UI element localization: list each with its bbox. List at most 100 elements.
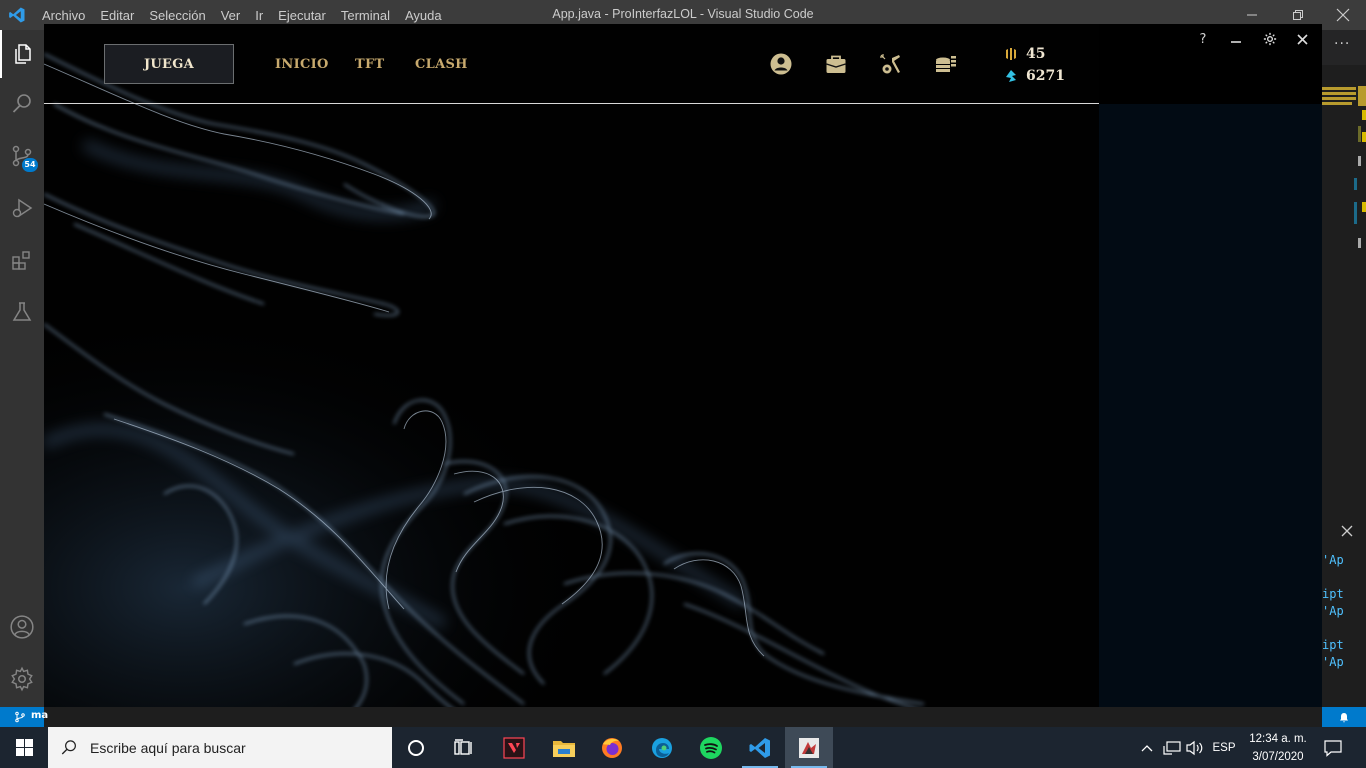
code-fragment: ipt (1322, 587, 1344, 601)
branch-status[interactable]: ma (0, 707, 48, 727)
windows-taskbar: Escribe aquí para buscar ESP 12:34 a. m.… (0, 727, 1366, 768)
app-settings-button[interactable] (1258, 28, 1282, 50)
close-icon (1336, 8, 1350, 22)
cortana-button[interactable] (392, 727, 440, 768)
code-fragment: 'Ap (1322, 655, 1344, 669)
network-button[interactable] (1160, 727, 1184, 768)
menu-terminal[interactable]: Terminal (341, 8, 390, 23)
testing-icon (12, 302, 32, 321)
riot-points-value: 6271 (1026, 68, 1065, 84)
close-window-button[interactable] (1320, 0, 1366, 30)
activity-source-control[interactable]: 54 (0, 132, 44, 180)
branch-name: ma (31, 710, 49, 721)
accounts-icon (10, 615, 34, 639)
game-client-window: JUEGA INICIO TFT CLASH 45 6271 ? (44, 24, 1322, 727)
taskbar-app-java[interactable] (785, 727, 833, 768)
clock-time: 12:34 a. m. (1249, 733, 1307, 745)
code-fragment: ipt (1322, 638, 1344, 652)
blue-essence-value: 45 (1026, 46, 1046, 62)
activity-settings[interactable] (0, 655, 44, 703)
notifications-button[interactable] (1322, 707, 1366, 727)
activity-extensions[interactable] (0, 236, 44, 284)
settings-gear-icon (1263, 32, 1277, 46)
spotify-icon (700, 736, 722, 759)
collection-icon (826, 55, 846, 73)
search-icon (12, 94, 31, 113)
run-debug-icon (12, 198, 33, 218)
restore-icon (1293, 10, 1303, 20)
close-panel-button[interactable] (1332, 520, 1362, 542)
nav-clash[interactable]: CLASH (415, 57, 468, 72)
close-icon (1341, 525, 1353, 537)
taskbar-clock[interactable]: 12:34 a. m. 3/07/2020 (1240, 730, 1316, 766)
notification-icon (1324, 739, 1342, 757)
nav-tft[interactable]: TFT (355, 57, 384, 72)
scm-count-badge: 54 (22, 158, 38, 172)
task-view-button[interactable] (440, 727, 488, 768)
help-button[interactable]: ? (1191, 28, 1215, 50)
volume-button[interactable] (1184, 727, 1206, 768)
activity-accounts[interactable] (0, 603, 44, 651)
collection-button[interactable] (824, 52, 848, 76)
search-placeholder: Escribe aquí para buscar (90, 739, 246, 756)
minimize-icon (1231, 41, 1241, 43)
chevron-up-icon (1141, 744, 1153, 751)
menu-editar[interactable]: Editar (100, 8, 134, 23)
tray-overflow-button[interactable] (1138, 727, 1156, 768)
menu-ver[interactable]: Ver (221, 8, 241, 23)
bell-icon (1340, 712, 1348, 722)
windows-logo-icon (15, 739, 33, 756)
loot-icon (880, 54, 900, 74)
code-fragment: 'Ap (1322, 604, 1344, 618)
explorer-icon (15, 44, 31, 64)
extensions-icon (12, 251, 30, 270)
store-button[interactable] (934, 52, 958, 76)
settings-gear-icon (11, 666, 33, 692)
activity-search[interactable] (0, 80, 44, 128)
task-view-icon (454, 738, 472, 755)
minimize-icon (1247, 14, 1257, 16)
vscode-logo-icon (9, 7, 25, 23)
git-branch-icon (15, 711, 25, 723)
blue-essence-icon (1006, 48, 1016, 60)
language-indicator[interactable]: ESP (1208, 727, 1240, 768)
menu-seleccion[interactable]: Selección (149, 8, 205, 23)
play-button[interactable]: JUEGA (104, 44, 234, 84)
more-actions-button[interactable]: ··· (1334, 36, 1350, 52)
client-side-panel (1099, 104, 1322, 727)
profile-button[interactable] (769, 52, 793, 76)
taskbar-app-file-explorer[interactable] (540, 727, 588, 768)
taskbar-app-firefox[interactable] (588, 727, 636, 768)
activity-explorer[interactable] (0, 30, 44, 78)
speaker-icon (1186, 740, 1203, 755)
taskbar-app-vscode[interactable] (736, 727, 784, 768)
taskbar-search-box[interactable]: Escribe aquí para buscar (48, 727, 392, 768)
app-close-button[interactable] (1290, 28, 1314, 50)
nav-inicio[interactable]: INICIO (275, 57, 329, 72)
editor-tab-bar: ··· (1322, 30, 1366, 65)
menu-ejecutar[interactable]: Ejecutar (278, 8, 326, 23)
header-divider (44, 103, 1099, 104)
loot-button[interactable] (879, 52, 903, 76)
close-icon (1296, 33, 1308, 45)
search-icon (61, 739, 76, 754)
activity-testing[interactable] (0, 288, 44, 336)
app-minimize-button[interactable] (1224, 28, 1248, 50)
smoke-background-image (44, 24, 1099, 727)
action-center-button[interactable] (1318, 727, 1348, 768)
taskbar-app-edge[interactable] (638, 727, 686, 768)
start-button[interactable] (0, 727, 48, 768)
activity-bar: 54 (0, 30, 44, 707)
activity-run-debug[interactable] (0, 184, 44, 232)
taskbar-app-spotify[interactable] (687, 727, 735, 768)
menu-ayuda[interactable]: Ayuda (405, 8, 442, 23)
edge-icon (652, 737, 672, 758)
taskbar-app-valorant[interactable] (490, 727, 538, 768)
vscode-icon (749, 737, 770, 758)
profile-icon (770, 53, 792, 75)
menu-ir[interactable]: Ir (255, 8, 263, 23)
menu-archivo[interactable]: Archivo (42, 8, 85, 23)
valorant-icon (503, 736, 525, 759)
firefox-icon (602, 737, 622, 758)
blue-essence-counter: 45 (1004, 46, 1045, 62)
